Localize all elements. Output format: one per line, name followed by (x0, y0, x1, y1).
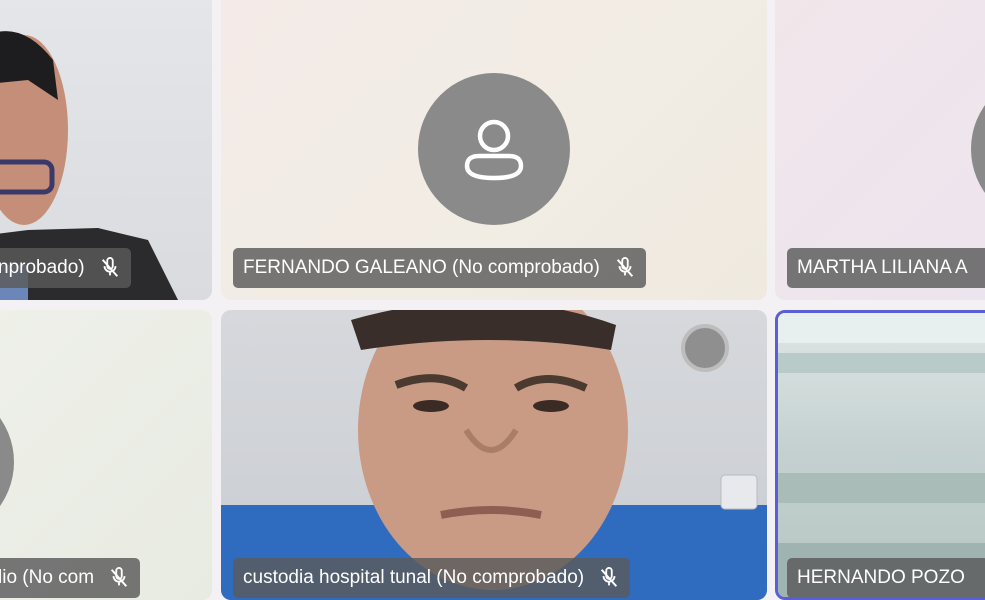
mic-off-icon (598, 567, 620, 589)
participant-name: custodia hospital tunal (No comprobado) (243, 567, 585, 588)
participant-name: lio (No com (0, 567, 95, 588)
avatar (418, 73, 570, 225)
participant-name: nprobado) (0, 257, 85, 278)
participant-name: HERNANDO POZO (797, 567, 965, 588)
participant-name-tag: MARTHA LILIANA A (787, 248, 985, 288)
participant-name-tag: custodia hospital tunal (No comprobado) (233, 558, 631, 598)
mic-off-icon (108, 567, 130, 589)
participant-name-tag: HERNANDO POZO (787, 558, 985, 597)
mic-off-icon (614, 257, 636, 279)
participant-name: MARTHA LILIANA A (797, 257, 968, 278)
participant-tile-p1[interactable]: nprobado) (0, 0, 212, 300)
participant-video (221, 310, 767, 600)
participant-tile-p4[interactable]: lio (No com (0, 310, 212, 600)
participant-name: FERNANDO GALEANO (No comprobado) (243, 257, 600, 278)
mic-off-icon (99, 257, 121, 279)
participant-tile-p2[interactable]: FERNANDO GALEANO (No comprobado) (221, 0, 767, 300)
person-icon (464, 119, 524, 181)
participant-video (778, 313, 985, 597)
participant-tile-p6[interactable]: HERNANDO POZO (775, 310, 985, 600)
participant-name-tag: nprobado) (0, 248, 131, 288)
participant-name-tag: FERNANDO GALEANO (No comprobado) (233, 248, 646, 288)
participant-name-tag: lio (No com (0, 558, 141, 598)
avatar (971, 73, 985, 225)
participant-tile-p5[interactable]: custodia hospital tunal (No comprobado) (221, 310, 767, 600)
participant-tile-p3[interactable]: MARTHA LILIANA A (775, 0, 985, 300)
avatar (0, 386, 14, 538)
